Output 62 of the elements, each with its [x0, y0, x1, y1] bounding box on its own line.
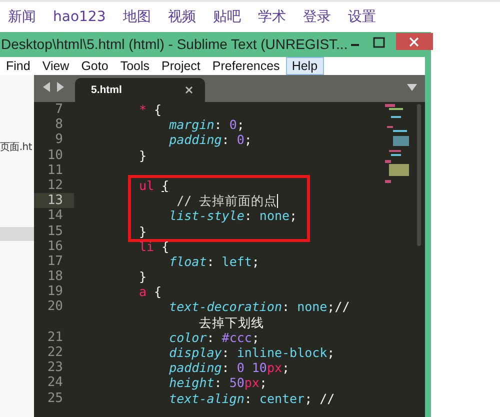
close-button[interactable]: [396, 33, 433, 50]
code-line: // 去掉前面的点: [176, 193, 278, 208]
menu-item[interactable]: Tools: [114, 57, 156, 75]
line-number: 19: [46, 284, 64, 300]
line-number: 16: [46, 238, 64, 254]
tab-arrows-icon[interactable]: [43, 82, 65, 92]
menu-item[interactable]: View: [36, 57, 76, 75]
nav-link[interactable]: 贴吧: [212, 8, 241, 26]
close-icon[interactable]: [185, 86, 193, 94]
code-line: padding: 0;: [168, 132, 252, 148]
line-number: 13: [34, 193, 74, 208]
line-number: 11: [46, 162, 64, 178]
scrollbar-thumb[interactable]: [417, 104, 421, 246]
code-line: }: [139, 148, 147, 163]
line-number: 14: [46, 208, 64, 224]
line-number: 20: [46, 299, 64, 316]
menu-item[interactable]: Help: [286, 57, 324, 75]
code-line: color: #ccc;: [168, 330, 260, 346]
window-title: Desktop\html\5.html (html) - Sublime Text (UNREGIST...: [0, 36, 348, 52]
nav-link[interactable]: hao123: [53, 9, 106, 25]
file-tab[interactable]: 5.html: [75, 78, 205, 102]
nav-link[interactable]: 学术: [258, 8, 286, 26]
line-number: 21: [46, 330, 64, 346]
code-line: display: inline-block;: [168, 345, 335, 360]
code-line: padding: 0 10px;: [168, 360, 290, 376]
line-number: 24: [46, 375, 64, 391]
line-number: 12: [46, 178, 64, 194]
code-line: li {: [139, 238, 170, 254]
menu-item[interactable]: Find: [0, 57, 36, 75]
line-number: 23: [46, 360, 64, 376]
code-line: text-decoration: none;//: [168, 299, 350, 315]
code-line: }: [139, 224, 147, 239]
nav-link[interactable]: 地图: [122, 8, 151, 26]
line-number: 7: [54, 102, 64, 118]
nav-link[interactable]: 设置: [348, 8, 376, 26]
line-number: 22: [46, 345, 64, 360]
line-number: 10: [46, 148, 64, 163]
menu-item[interactable]: Project: [156, 57, 206, 75]
nav-link[interactable]: 登录: [302, 8, 331, 26]
line-number: 8: [54, 117, 64, 132]
code-line: 去掉下划线: [198, 314, 264, 330]
line-number: 15: [46, 224, 64, 239]
code-line: margin: 0;: [168, 117, 244, 132]
code-line: text-align: center; //: [168, 390, 335, 406]
code-line: a {: [139, 284, 162, 300]
line-number: 18: [46, 269, 64, 284]
line-number: 17: [46, 254, 64, 270]
menu-item[interactable]: Preferences: [206, 57, 286, 75]
code-line: ul {: [139, 178, 170, 194]
nav-link[interactable]: 视频: [168, 8, 196, 26]
code-line: * {: [139, 102, 162, 118]
dropdown-icon[interactable]: [407, 84, 417, 91]
code-line: float: left;: [168, 254, 260, 270]
code-line: height: 50px;: [168, 375, 267, 391]
line-number: 9: [54, 132, 64, 148]
nav-link[interactable]: 新闻: [8, 8, 36, 26]
code-line: list-style: none;: [168, 208, 298, 224]
code-line: }: [139, 269, 147, 284]
line-number: 25: [46, 390, 64, 406]
sidebar-item[interactable]: 页面.ht: [0, 140, 34, 154]
menu-item[interactable]: Goto: [75, 57, 114, 75]
maximize-icon[interactable]: [372, 36, 386, 50]
